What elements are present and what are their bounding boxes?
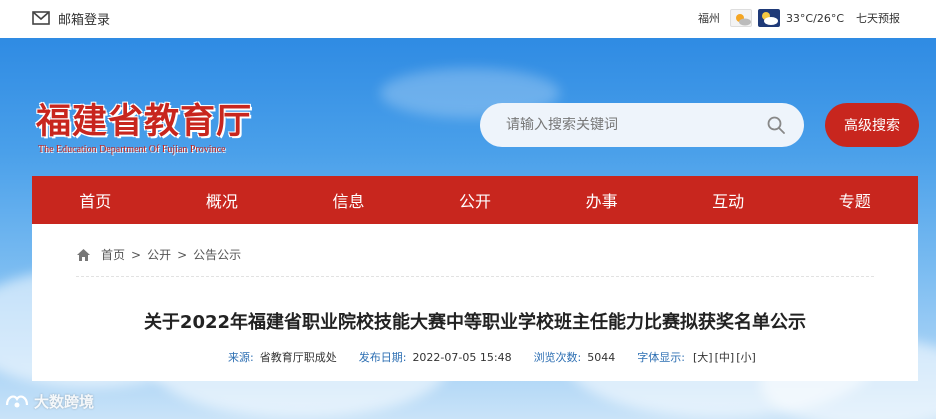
watermark-text: 大数跨境 — [34, 392, 95, 411]
breadcrumb-separator: > — [177, 247, 188, 262]
font-size-large-button[interactable]: [大] — [693, 349, 713, 365]
breadcrumb-home[interactable]: 首页 — [101, 246, 125, 263]
weather-city: 福州 — [697, 12, 720, 25]
nav-item-interaction[interactable]: 互动 — [665, 176, 792, 224]
weather-temperature: 33°C/26°C — [785, 11, 844, 25]
font-size-small-button[interactable]: [小] — [736, 349, 756, 365]
search-icon[interactable] — [766, 115, 786, 135]
date-label: 发布日期: — [358, 351, 407, 364]
nav-item-services[interactable]: 办事 — [538, 176, 665, 224]
source-value: 省教育厅职成处 — [259, 351, 337, 364]
weather-widget: 福州 33°C/26°C 七天预报 — [698, 8, 900, 28]
nav-item-home[interactable]: 首页 — [32, 176, 159, 224]
watermark-logo-icon — [4, 391, 30, 411]
font-size-medium-button[interactable]: [中] — [715, 349, 735, 365]
divider — [76, 276, 874, 277]
article-card: 首页 > 公开 > 公告公示 关于2022年福建省职业院校技能大赛中等职业学校班… — [32, 224, 918, 381]
site-logo-english: The Education Department Of Fujian Provi… — [38, 144, 226, 155]
advanced-search-button[interactable]: 高级搜索 — [825, 103, 919, 147]
breadcrumb-separator: > — [131, 247, 142, 262]
mail-login-link[interactable]: 邮箱登录 — [32, 9, 111, 28]
source-label: 来源: — [228, 351, 254, 364]
mail-login-label: 邮箱登录 — [58, 12, 111, 28]
main-nav: 首页 概况 信息 公开 办事 互动 专题 — [32, 176, 918, 224]
article-title: 关于2022年福建省职业院校技能大赛中等职业学校班主任能力比赛拟获奖名单公示 — [143, 312, 807, 333]
sunny-day-icon — [729, 9, 752, 27]
font-size-label: 字体显示: — [637, 351, 685, 364]
nav-item-overview[interactable]: 概况 — [159, 176, 286, 224]
nav-item-public[interactable]: 公开 — [412, 176, 539, 224]
breadcrumb-public[interactable]: 公开 — [147, 246, 171, 263]
watermark: 大数跨境 — [4, 389, 94, 413]
site-logo-chinese[interactable]: 福建省教育厅 — [36, 93, 252, 144]
cloudy-night-icon — [757, 9, 780, 27]
article-meta: 来源: 省教育厅职成处 发布日期: 2022-07-05 15:48 浏览次数:… — [228, 349, 756, 365]
breadcrumb-announcements[interactable]: 公告公示 — [193, 246, 241, 263]
mail-icon — [32, 11, 50, 25]
search-input[interactable] — [506, 117, 766, 133]
top-bar: 邮箱登录 福州 33°C/26°C 七天预报 — [0, 0, 936, 38]
search-box — [480, 103, 804, 147]
nav-item-topics[interactable]: 专题 — [791, 176, 918, 224]
seven-day-forecast-link[interactable]: 七天预报 — [856, 10, 900, 26]
views-value: 5044 — [587, 350, 616, 364]
home-icon — [76, 248, 91, 262]
breadcrumb: 首页 > 公开 > 公告公示 — [76, 246, 241, 263]
views-label: 浏览次数: — [533, 351, 582, 364]
date-value: 2022-07-05 15:48 — [412, 350, 512, 364]
nav-item-information[interactable]: 信息 — [285, 176, 412, 224]
